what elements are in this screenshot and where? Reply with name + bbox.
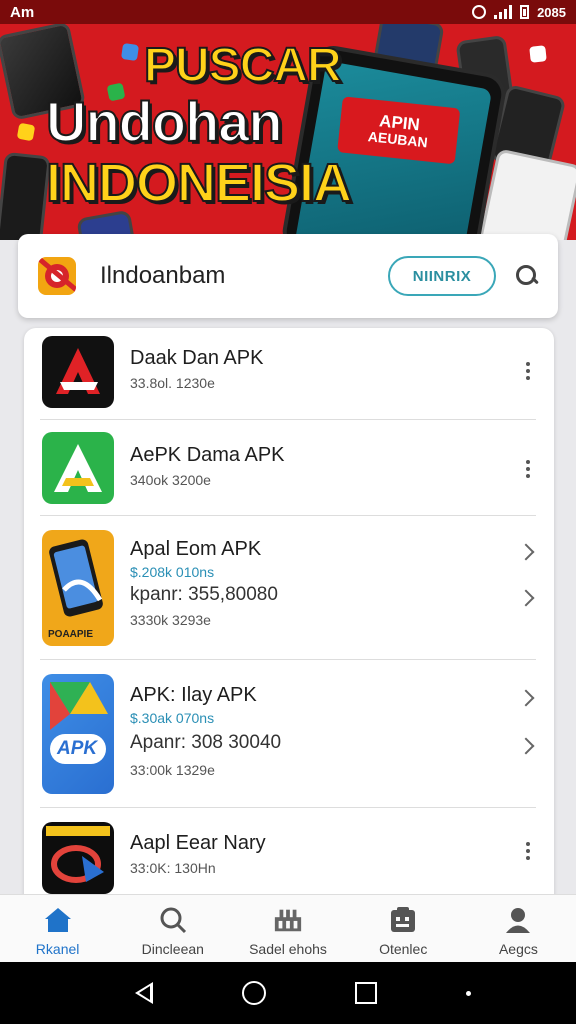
list-item[interactable]: APK APK: Ilay APK $.30ak 070ns Apanr: 30… <box>40 660 536 808</box>
app-detail: Apanr: 308 30040 <box>130 732 282 753</box>
app-price: $.30ak 070ns <box>130 710 215 726</box>
list-item[interactable]: AePK Dama APK 340ok 3200e <box>40 420 536 516</box>
nav-item-account[interactable]: Aegcs <box>461 895 576 962</box>
app-title: APK: Ilay APK <box>130 684 257 706</box>
app-title: Apal Eom APK <box>130 538 262 560</box>
app-phone-icon: POAAPIE <box>42 530 114 646</box>
app-price: $.208k 010ns <box>130 564 215 580</box>
menu-dot-icon[interactable] <box>466 990 472 996</box>
app-title: Aapl Eear Nary <box>130 832 266 854</box>
app-tile-decoration <box>529 45 547 63</box>
header-action-button[interactable]: NIINRIX <box>388 256 496 296</box>
app-title: AePK Dama APK <box>130 444 285 466</box>
system-navigation-bar <box>0 962 576 1024</box>
recent-apps-icon[interactable] <box>355 982 378 1004</box>
banner-line-3: INDONEISIA <box>45 153 353 213</box>
app-list: Daak Dan APK 33.8ol. 1230e AePK Dama APK… <box>24 328 554 948</box>
home-button-icon[interactable] <box>241 981 266 1005</box>
nav-label: Sadel ehohs <box>249 941 327 957</box>
nav-item-home[interactable]: Rkanel <box>0 895 115 962</box>
chevron-right-icon[interactable] <box>517 737 535 755</box>
nav-item-tasks[interactable]: Otenlec <box>346 895 461 962</box>
nav-label: Rkanel <box>35 941 80 957</box>
clock-time: 2085 <box>537 4 566 20</box>
app-a-icon <box>42 432 114 504</box>
app-game-icon <box>42 822 114 894</box>
list-item[interactable]: Daak Dan APK 33.8ol. 1230e <box>40 328 536 420</box>
list-item[interactable]: POAAPIE Apal Eom APK $.208k 010ns kpanr:… <box>40 516 536 660</box>
banner-line-1: PUSCAR <box>143 39 343 92</box>
app-name-label: Ilndoanbam <box>100 262 226 289</box>
nav-label: Otenlec <box>379 941 428 957</box>
more-options-icon[interactable] <box>526 842 530 860</box>
more-options-icon[interactable] <box>526 362 530 380</box>
promo-banner[interactable]: APIN AEUBAN PUSCAR Undohan INDONEISIA <box>0 24 576 240</box>
chevron-right-icon[interactable] <box>517 689 535 707</box>
status-icons: 2085 <box>472 5 566 20</box>
chevron-right-icon[interactable] <box>517 589 535 607</box>
banner-line-2: Undohan <box>45 90 284 153</box>
nav-label: Aegcs <box>498 941 538 957</box>
app-meta: 33.8ol. 1230e <box>130 375 215 391</box>
search-icon <box>158 905 188 935</box>
app-meta: 3330k 3293e <box>130 612 211 628</box>
bottom-navigation: Rkanel Dincleean Sadel ehohs Otenlec Aeg… <box>0 894 576 962</box>
app-icon-caption: APK <box>57 738 98 759</box>
app-apk-icon: APK <box>42 674 114 794</box>
search-icon[interactable] <box>514 263 540 289</box>
app-logo-icon <box>38 257 76 295</box>
app-meta: 33:0K: 130Hn <box>130 860 216 876</box>
store-icon <box>273 905 303 935</box>
app-header-card: Ilndoanbam NIINRIX <box>18 234 558 318</box>
app-icon-caption: POAAPIE <box>48 629 94 640</box>
home-icon <box>43 905 73 935</box>
back-icon[interactable] <box>134 982 153 1004</box>
phone-illustration <box>0 151 51 240</box>
nav-label: Dincleean <box>141 941 204 957</box>
tasks-icon <box>388 905 418 935</box>
app-a-icon <box>42 336 114 408</box>
app-detail: kpanr: 355,80080 <box>130 584 278 605</box>
banner-headline: PUSCAR Undohan INDONEISIA <box>45 39 353 213</box>
app-meta: 340ok 3200e <box>130 472 211 488</box>
app-tile-decoration <box>16 122 36 142</box>
status-bar: Am 2085 <box>0 0 576 24</box>
carrier-label: Am <box>10 3 35 21</box>
app-title: Daak Dan APK <box>130 347 264 369</box>
more-options-icon[interactable] <box>526 460 530 478</box>
account-icon <box>503 905 533 935</box>
battery-icon <box>520 5 530 19</box>
nav-item-store[interactable]: Sadel ehohs <box>230 895 345 962</box>
signal-icon <box>494 5 513 19</box>
chevron-right-icon[interactable] <box>517 543 535 561</box>
app-meta: 33:00k 1329e <box>130 762 215 778</box>
nav-item-search[interactable]: Dincleean <box>115 895 230 962</box>
location-icon <box>472 5 487 19</box>
